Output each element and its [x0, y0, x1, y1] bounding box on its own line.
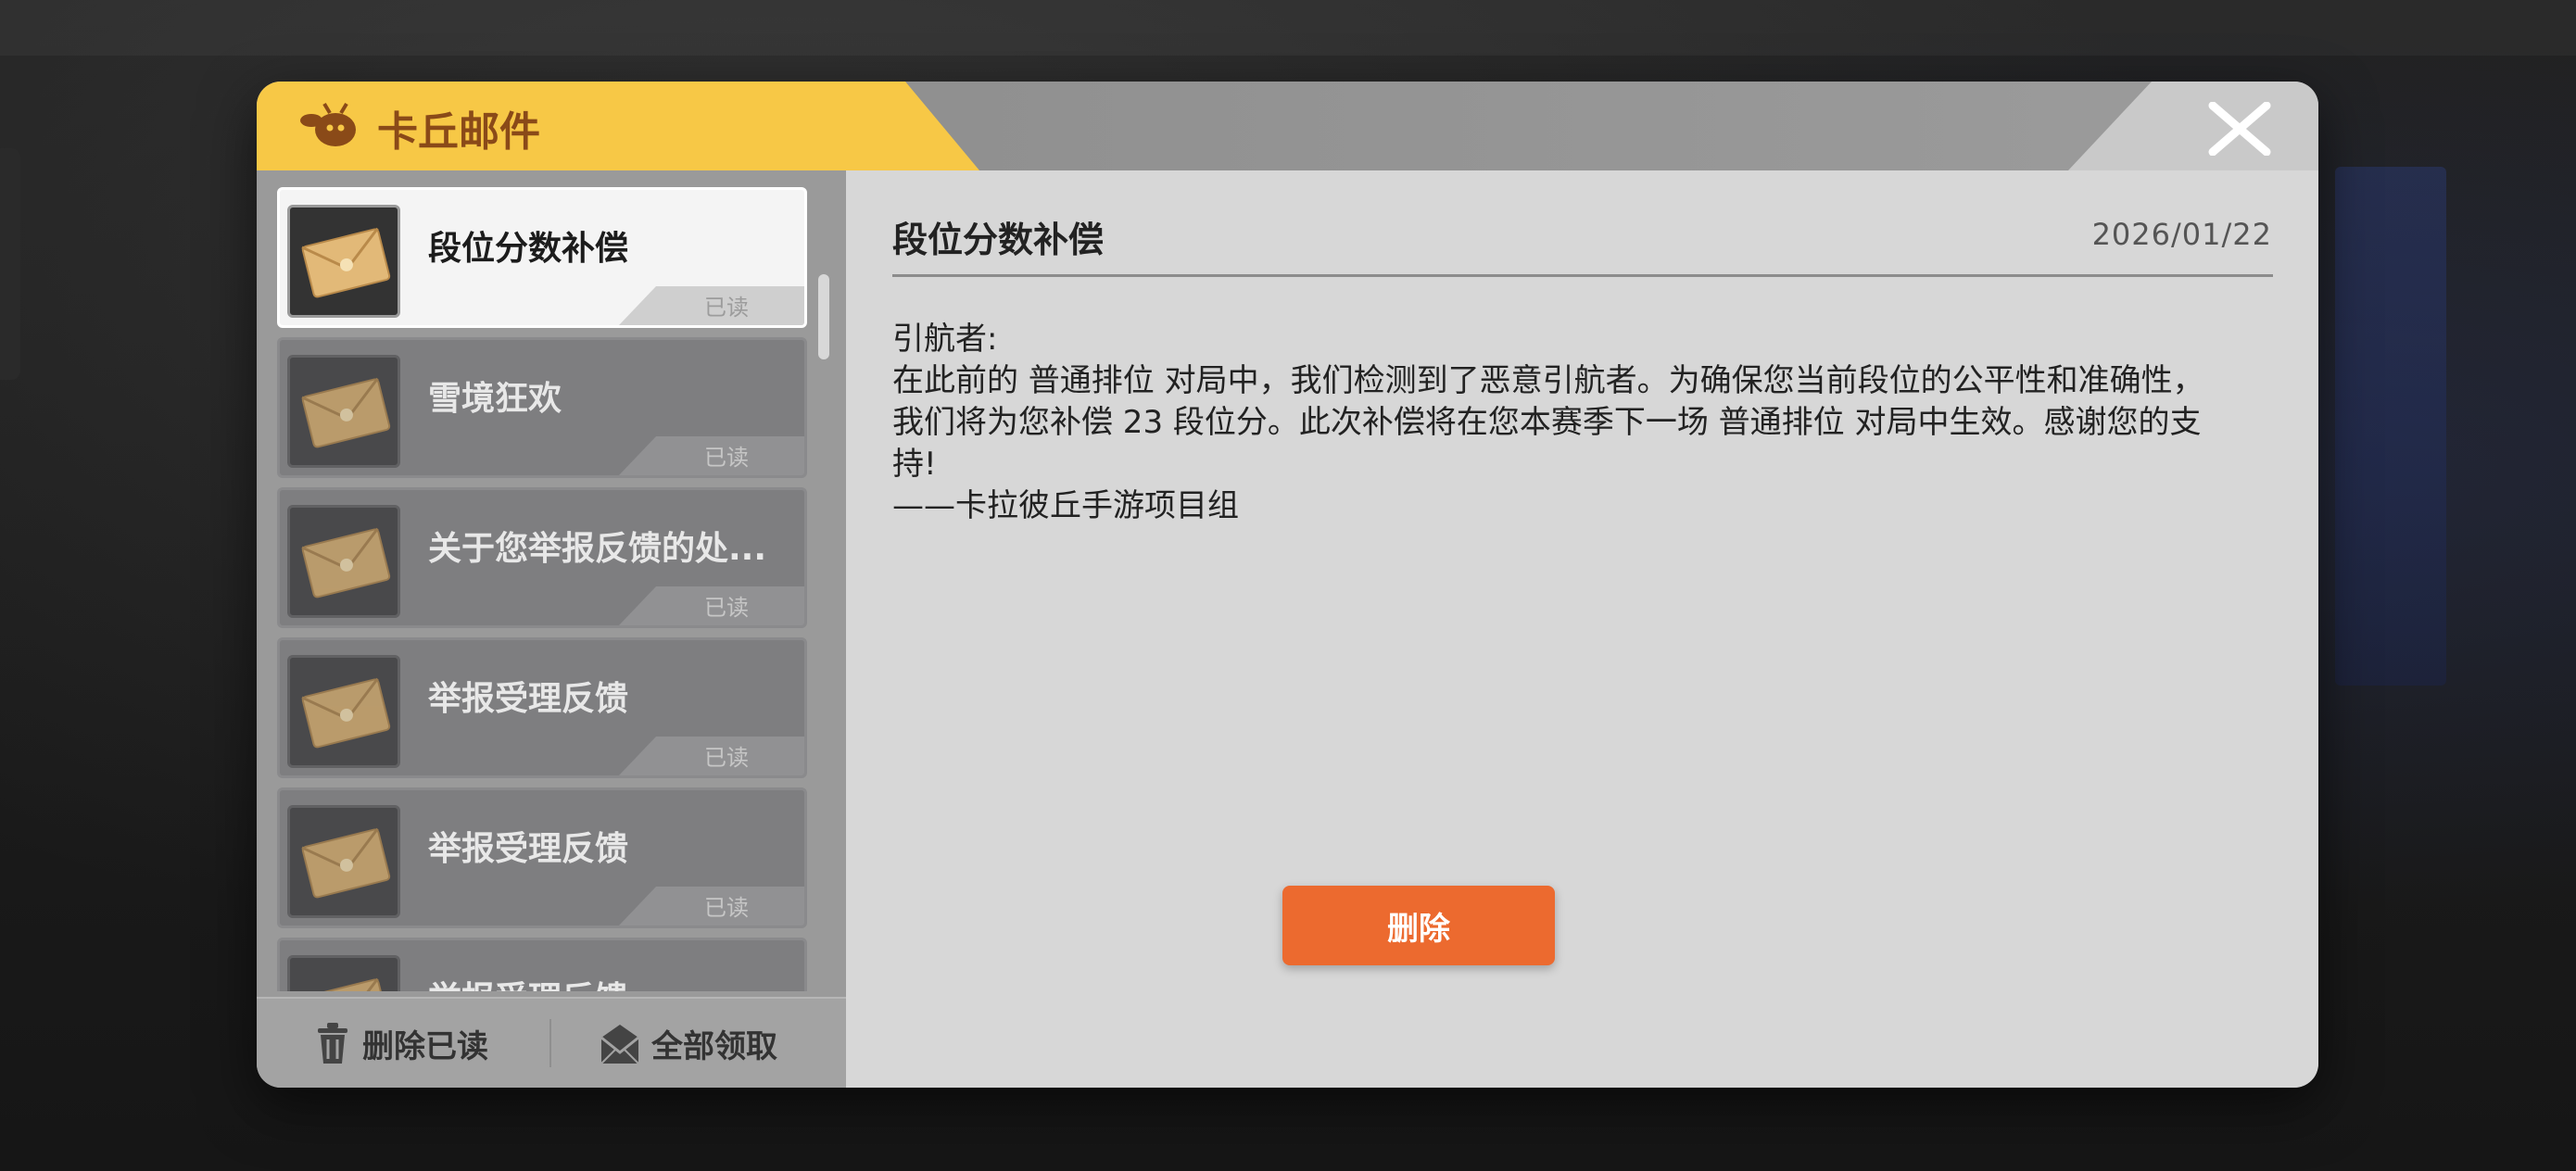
bee-mascot-icon [300, 102, 356, 146]
content-date: 2026/01/22 [2091, 217, 2272, 252]
sidebar-footer: 删除已读 全部领取 [257, 997, 846, 1088]
mail-item[interactable]: 举报受理反馈 已读 [277, 787, 807, 928]
read-status: 已读 [704, 745, 749, 771]
mail-title: 举报受理反馈 [428, 972, 789, 991]
read-status: 已读 [704, 895, 749, 921]
background-panel [2335, 167, 2446, 686]
mail-item[interactable]: 举报受理反馈 [277, 938, 807, 991]
body-line: 在此前的 普通排位 对局中，我们检测到了恶意引航者。为确保您当前段位的公平性和准… [892, 362, 2204, 399]
envelope-icon [301, 227, 391, 298]
scrollbar-track[interactable] [818, 272, 829, 976]
mail-title: 举报受理反馈 [428, 830, 629, 868]
mail-thumbnail [287, 355, 400, 468]
mail-content: 段位分数补偿 2026/01/22 引航者: 在此前的 普通排位 对局中，我们检… [846, 170, 2318, 1088]
claim-all-button[interactable]: 全部领取 [600, 1019, 777, 1067]
close-zone [2068, 82, 2318, 170]
mail-item[interactable]: 关于您举报反馈的处... 已读 [277, 487, 807, 628]
modal-title: 卡丘邮件 [377, 108, 540, 156]
content-body: 引航者: 在此前的 普通排位 对局中，我们检测到了恶意引航者。为确保您当前段位的… [892, 319, 2264, 527]
background-side-tab [0, 148, 20, 380]
content-title: 段位分数补偿 [892, 220, 1105, 260]
envelope-icon [301, 827, 391, 899]
mail-thumbnail [287, 205, 400, 318]
envelope-icon [301, 527, 391, 598]
mail-title: 雪境狂欢 [428, 380, 562, 418]
read-status: 已读 [704, 445, 749, 471]
read-status: 已读 [704, 595, 749, 621]
read-status: 已读 [704, 295, 749, 321]
body-line: ——卡拉彼丘手游项目组 [892, 487, 1239, 524]
mail-title: 段位分数补偿 [428, 230, 629, 268]
header-title-bar [257, 82, 979, 170]
mail-sidebar: 段位分数补偿 已读 雪境狂欢 已读 关于您举报反馈的处... 已读 举报受理反馈… [257, 170, 846, 1088]
envelope-icon [301, 377, 391, 448]
body-line: 我们将为您补偿 23 段位分。此次补偿将在您本赛季下一场 普通排位 对局中生效。… [892, 404, 2202, 441]
mail-title: 举报受理反馈 [428, 680, 629, 718]
envelope-icon [301, 677, 391, 749]
mail-title: 关于您举报反馈的处... [428, 530, 767, 568]
mail-list[interactable]: 段位分数补偿 已读 雪境狂欢 已读 关于您举报反馈的处... 已读 举报受理反馈… [277, 187, 814, 991]
delete-button[interactable]: 删除 [1282, 886, 1555, 965]
delete-read-label: 删除已读 [362, 1027, 488, 1065]
content-divider [892, 274, 2273, 277]
mail-thumbnail [287, 955, 400, 991]
envelope-icon [301, 977, 391, 991]
modal-header: 卡丘邮件 [257, 82, 2318, 170]
mail-item[interactable]: 举报受理反馈 已读 [277, 637, 807, 778]
mail-thumbnail [287, 655, 400, 768]
body-line: 引航者: [892, 321, 998, 358]
mail-item[interactable]: 段位分数补偿 已读 [277, 187, 807, 328]
delete-read-button[interactable]: 删除已读 [314, 1019, 488, 1067]
mail-thumbnail [287, 505, 400, 618]
mail-icon [600, 1025, 639, 1064]
scrollbar-thumb[interactable] [818, 274, 829, 359]
mail-thumbnail [287, 805, 400, 918]
claim-all-label: 全部领取 [651, 1027, 777, 1065]
mail-item[interactable]: 雪境狂欢 已读 [277, 337, 807, 478]
footer-divider [549, 1019, 551, 1067]
trash-icon [318, 1023, 347, 1064]
top-hud-strip [0, 0, 2576, 56]
body-line: 持! [892, 446, 937, 483]
close-x-icon[interactable] [2207, 102, 2272, 156]
